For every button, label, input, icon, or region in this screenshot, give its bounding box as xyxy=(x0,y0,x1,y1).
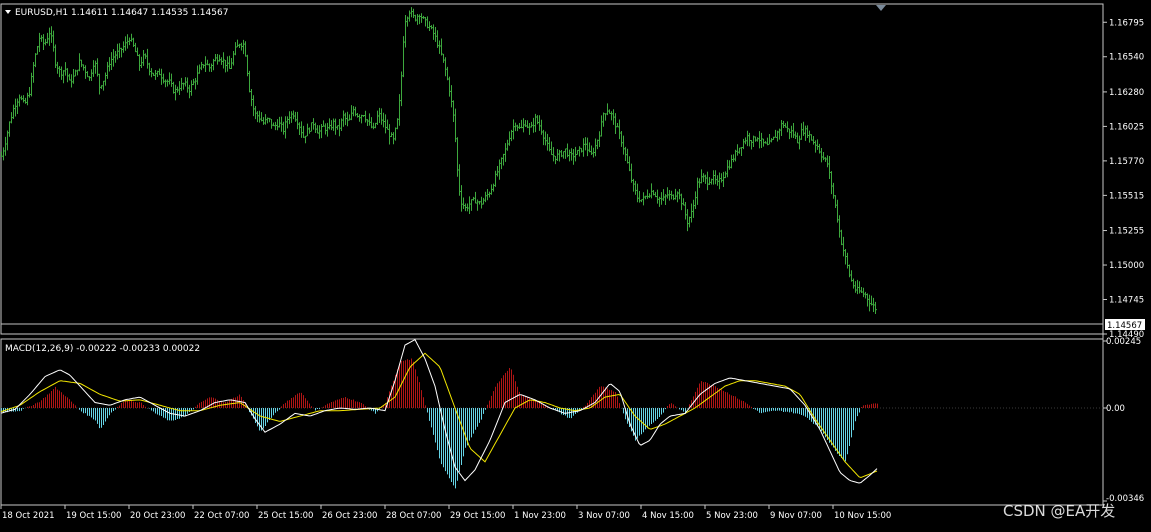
price-tick-label: 1.16540 xyxy=(1109,53,1144,63)
time-tick-label: 28 Oct 07:00 xyxy=(386,511,441,521)
price-tick-label: 1.14745 xyxy=(1109,296,1144,306)
price-tick-label: 1.15255 xyxy=(1109,227,1144,237)
price-axis: 1.16795 1.16540 1.16280 1.16025 1.15770 1.155… xyxy=(1103,18,1144,340)
macd-tick-label: 0.00245 xyxy=(1106,337,1141,347)
time-tick-label: 20 Oct 23:00 xyxy=(130,511,185,521)
time-tick-label: 19 Oct 15:00 xyxy=(66,511,121,521)
time-axis: 18 Oct 2021 19 Oct 15:00 20 Oct 23:00 22 Oc… xyxy=(0,505,891,521)
time-tick-label: 26 Oct 23:00 xyxy=(322,511,377,521)
macd-panel-title: MACD(12,26,9) -0.00222 -0.00233 0.00022 xyxy=(5,344,200,354)
chart-svg[interactable]: EURUSD,H1 1.14611 1.14647 1.14535 1.1456… xyxy=(0,0,1151,528)
macd-tick-label: 0.00 xyxy=(1106,404,1125,414)
price-tick-label: 1.15515 xyxy=(1109,191,1144,201)
macd-panel[interactable] xyxy=(0,338,1104,506)
watermark: CSDN @EA开发 xyxy=(1003,502,1115,520)
time-tick-label: 25 Oct 15:00 xyxy=(258,511,313,521)
price-panel-title: EURUSD,H1 1.14611 1.14647 1.14535 1.1456… xyxy=(15,8,228,18)
time-tick-label: 10 Nov 15:00 xyxy=(834,511,891,521)
time-tick-label: 18 Oct 2021 xyxy=(2,511,55,521)
time-tick-label: 3 Nov 07:00 xyxy=(578,511,630,521)
chart-window[interactable]: EURUSD,H1 1.14611 1.14647 1.14535 1.1456… xyxy=(0,0,1151,528)
time-tick-label: 29 Oct 15:00 xyxy=(450,511,505,521)
time-tick-label: 5 Nov 23:00 xyxy=(706,511,758,521)
time-tick-label: 4 Nov 15:00 xyxy=(642,511,694,521)
price-tick-label: 1.15770 xyxy=(1109,157,1144,167)
price-tick-label: 1.16025 xyxy=(1109,122,1144,132)
price-tick-label: 1.15000 xyxy=(1109,261,1144,271)
time-tick-label: 22 Oct 07:00 xyxy=(194,511,249,521)
time-tick-label: 1 Nov 23:00 xyxy=(514,511,566,521)
current-price-label: 1.14567 xyxy=(1107,321,1142,331)
price-tick-label: 1.16280 xyxy=(1109,88,1144,98)
time-tick-label: 9 Nov 07:00 xyxy=(770,511,822,521)
macd-axis: 0.002450.00-0.00346 xyxy=(1103,337,1144,504)
price-panel[interactable] xyxy=(0,3,1104,335)
price-tick-label: 1.16795 xyxy=(1109,18,1144,28)
